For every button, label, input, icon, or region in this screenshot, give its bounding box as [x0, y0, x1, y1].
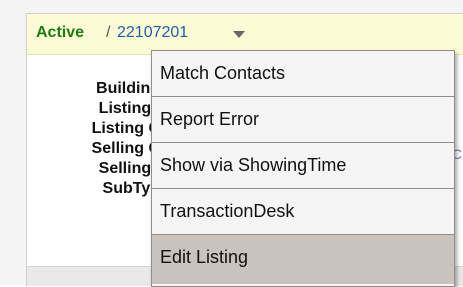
field-label-listing-2: Listing C: [91, 120, 160, 137]
menu-item-show-via-showingtime[interactable]: Show via ShowingTime: [152, 143, 454, 189]
listing-context-menu: Match Contacts Report Error Show via Sho…: [151, 50, 455, 287]
header-separator: /: [106, 24, 111, 41]
listing-fields: Building Listing I Listing C Selling C S…: [30, 79, 160, 199]
chevron-down-icon[interactable]: [233, 31, 245, 38]
field-label-building: Building: [96, 80, 160, 97]
menu-item-transactiondesk[interactable]: TransactionDesk: [152, 189, 454, 235]
menu-item-edit-listing[interactable]: Edit Listing: [152, 235, 454, 284]
field-label-listing-1: Listing I: [98, 100, 160, 117]
app-frame: Active / 22107201 Building Listing I Lis…: [0, 0, 463, 287]
menu-item-report-error[interactable]: Report Error: [152, 97, 454, 143]
menu-item-match-contacts[interactable]: Match Contacts: [152, 51, 454, 97]
listing-header: Active / 22107201: [27, 14, 463, 55]
listing-number-link[interactable]: 22107201: [117, 24, 188, 42]
field-label-selling-1: Selling C: [91, 140, 160, 157]
field-label-selling-2: Selling I: [98, 160, 160, 177]
listing-status: Active: [36, 24, 85, 41]
field-label-subtype: SubTyp: [102, 180, 160, 197]
